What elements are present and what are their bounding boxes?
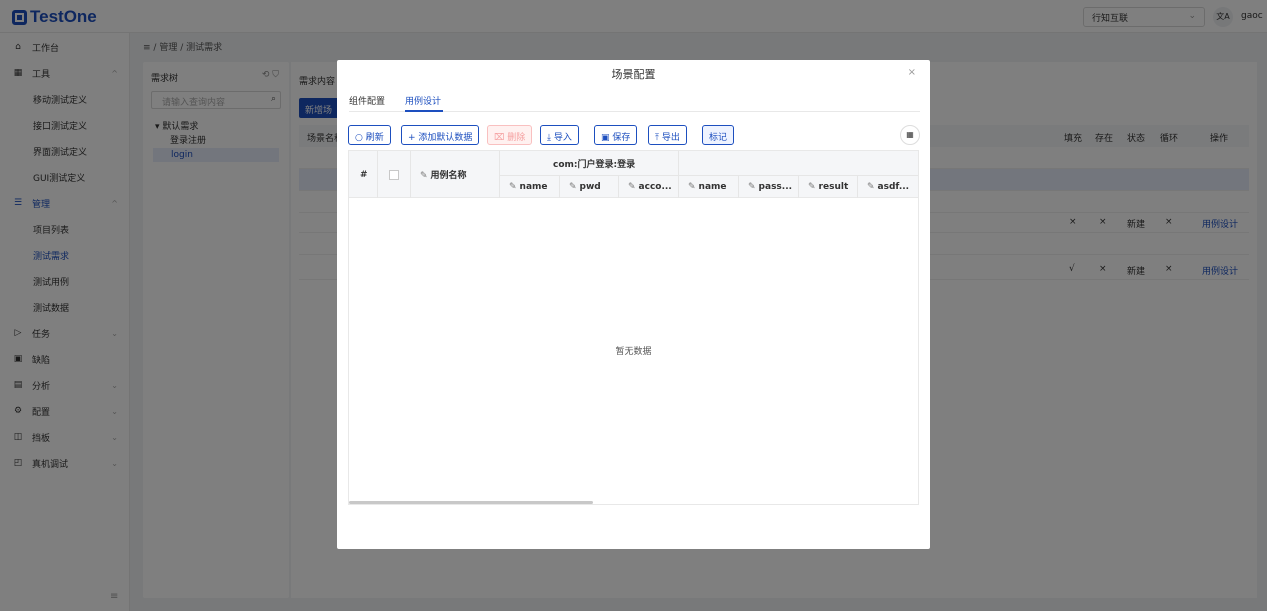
tab-case-design[interactable]: 用例设计: [405, 94, 441, 107]
column-settings-icon[interactable]: ▦: [900, 125, 920, 145]
horizontal-scrollbar[interactable]: [349, 501, 593, 504]
download-icon: ⤓: [547, 133, 554, 143]
edit-icon: ✎: [748, 182, 756, 192]
tab-component-config[interactable]: 组件配置: [349, 94, 385, 107]
edit-icon: ✎: [420, 171, 428, 181]
add-default-data-button[interactable]: + 添加默认数据: [401, 125, 480, 145]
col-result: ✎ result: [808, 182, 849, 192]
refresh-icon: ○: [355, 133, 366, 143]
close-icon[interactable]: ×: [908, 67, 916, 78]
empty-state-text: 暂无数据: [615, 347, 652, 357]
col-account: ✎ acco...: [628, 182, 672, 192]
case-table: # ✎ 用例名称 com:门户登录:登录 ✎ name ✎ pwd ✎ acco... …: [348, 150, 919, 505]
active-tab-indicator: [405, 110, 443, 112]
col-group-login: com:门户登录:登录: [553, 160, 636, 170]
upload-icon: ⤒: [655, 133, 662, 143]
dialog-tabs: 组件配置 用例设计: [349, 92, 920, 112]
dialog-title: 场景配置: [611, 68, 656, 81]
save-icon: ▣: [601, 133, 613, 143]
refresh-button[interactable]: ○ 刷新: [348, 125, 391, 145]
edit-icon: ✎: [569, 182, 577, 192]
edit-icon: ✎: [688, 182, 696, 192]
edit-icon: ✎: [509, 182, 517, 192]
mark-button[interactable]: 标记: [702, 125, 735, 145]
export-button[interactable]: ⤒ 导出: [648, 125, 687, 145]
case-table-header: # ✎ 用例名称 com:门户登录:登录 ✎ name ✎ pwd ✎ acco... …: [349, 151, 918, 198]
scene-config-dialog: 场景配置 × 组件配置 用例设计 ○ 刷新 + 添加默认数据 ⌧ 删除 ⤓ 导入…: [337, 60, 930, 549]
edit-icon: ✎: [867, 182, 875, 192]
delete-button[interactable]: ⌧ 删除: [487, 125, 533, 145]
col-pwd: ✎ pwd: [569, 182, 601, 192]
import-button[interactable]: ⤓ 导入: [540, 125, 579, 145]
col-name-2: ✎ name: [688, 182, 727, 192]
trash-icon: ⌧: [494, 133, 508, 143]
edit-icon: ✎: [628, 182, 636, 192]
col-asdf: ✎ asdf...: [867, 182, 910, 192]
select-all-checkbox[interactable]: [389, 170, 399, 180]
edit-icon: ✎: [808, 182, 816, 192]
save-button[interactable]: ▣ 保存: [594, 125, 638, 145]
col-case-name: ✎ 用例名称: [420, 171, 467, 181]
col-index: #: [360, 170, 368, 180]
col-password: ✎ pass...: [748, 182, 793, 192]
col-name: ✎ name: [509, 182, 548, 192]
plus-icon: +: [408, 133, 419, 143]
